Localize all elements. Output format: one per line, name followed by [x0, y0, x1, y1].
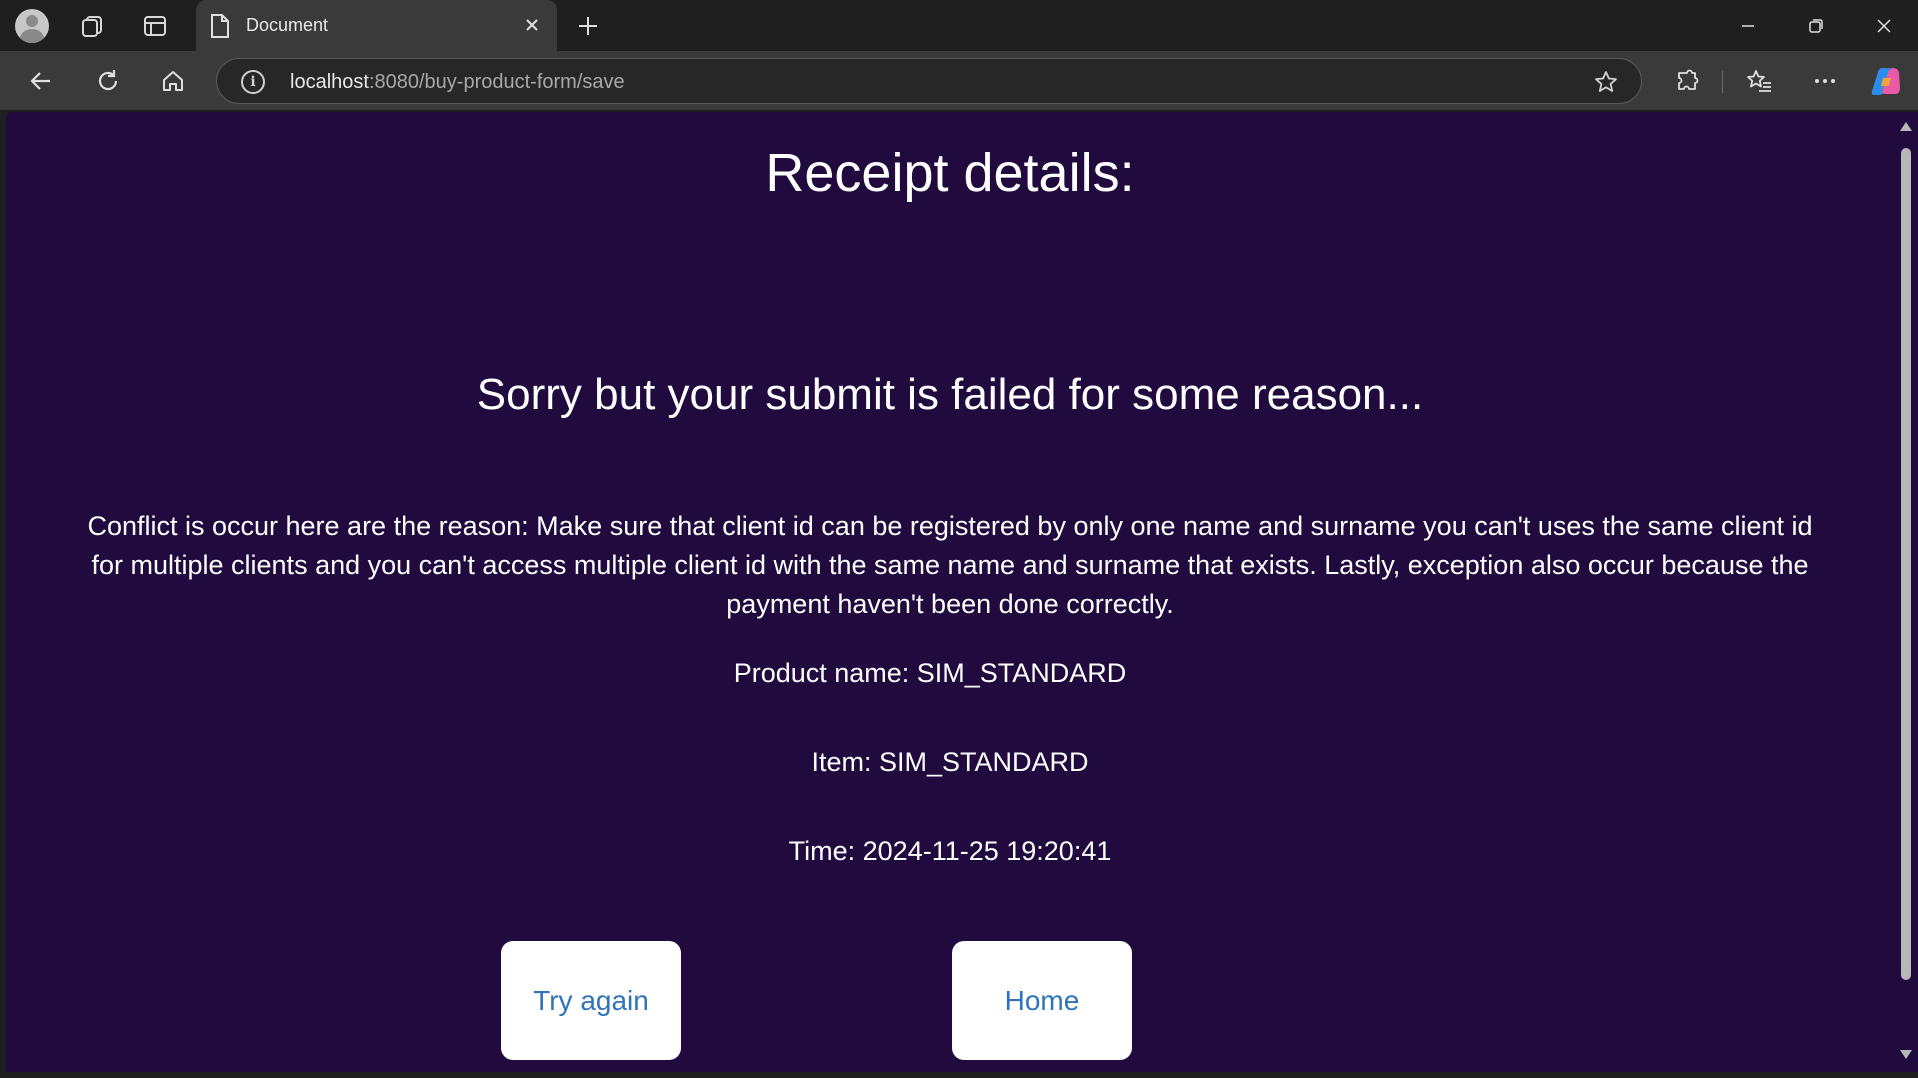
- failure-reason-text: Conflict is occur here are the reason: M…: [87, 511, 1813, 619]
- tab-document[interactable]: Document: [196, 0, 557, 51]
- copilot-icon[interactable]: [1867, 62, 1905, 100]
- failure-message: Sorry but your submit is failed for some…: [476, 370, 1424, 419]
- time-text: Time: 2024-11-25 19:20:41: [788, 836, 1112, 866]
- minimize-icon[interactable]: [1714, 0, 1782, 51]
- scrollbar-thumb[interactable]: [1901, 148, 1911, 980]
- item-text: Item: SIM_STANDARD: [811, 747, 1089, 777]
- tab-title: Document: [246, 15, 329, 35]
- home-button[interactable]: Home: [952, 941, 1132, 1060]
- new-tab-icon[interactable]: [570, 8, 606, 44]
- tab-actions-icon[interactable]: [137, 8, 173, 44]
- page-content: Receipt details: Sorry but your submit i…: [6, 112, 1894, 1072]
- url-text[interactable]: localhost:8080/buy-product-form/save: [290, 71, 625, 94]
- document-icon: [210, 14, 230, 43]
- site-info-icon[interactable]: i: [241, 70, 265, 94]
- more-options-icon[interactable]: [1806, 62, 1844, 100]
- toolbar-divider: [1722, 71, 1723, 93]
- extensions-icon[interactable]: [1668, 62, 1706, 100]
- favorites-icon[interactable]: [1740, 62, 1778, 100]
- scroll-down-arrow-icon[interactable]: [1900, 1050, 1912, 1059]
- reload-icon[interactable]: [89, 62, 127, 100]
- restore-icon[interactable]: [1782, 0, 1850, 51]
- close-tab-icon[interactable]: [519, 12, 545, 38]
- url-path: :8080/buy-product-form/save: [368, 71, 625, 93]
- scroll-up-arrow-icon[interactable]: [1900, 122, 1912, 131]
- vertical-scrollbar[interactable]: [1894, 112, 1918, 1072]
- home-icon[interactable]: [154, 62, 192, 100]
- tab-strip: Document: [0, 0, 1918, 51]
- profile-avatar-icon[interactable]: [14, 8, 50, 44]
- browser-toolbar: i localhost:8080/buy-product-form/save: [0, 51, 1918, 110]
- page-title: Receipt details:: [765, 143, 1135, 203]
- try-again-button[interactable]: Try again: [501, 941, 681, 1060]
- close-window-icon[interactable]: [1850, 0, 1918, 51]
- favorite-star-icon[interactable]: [1593, 69, 1619, 100]
- back-icon[interactable]: [22, 62, 60, 100]
- address-bar[interactable]: i localhost:8080/buy-product-form/save: [216, 58, 1642, 104]
- browser-window: Document i localhost:8080/buy-product-fo…: [0, 0, 1918, 1078]
- workspaces-icon[interactable]: [74, 8, 110, 44]
- product-name-text: Product name: SIM_STANDARD: [733, 658, 1127, 688]
- url-host: localhost: [290, 71, 369, 93]
